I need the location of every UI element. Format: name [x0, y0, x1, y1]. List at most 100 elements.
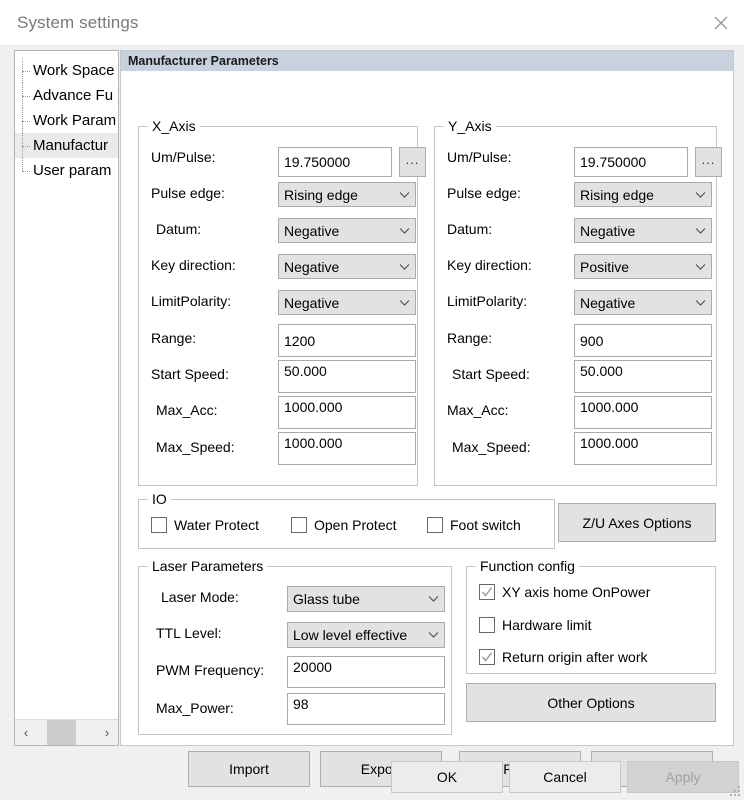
y-range-row: Range: [447, 330, 492, 346]
io-group-title: IO [148, 491, 171, 507]
chevron-down-icon [393, 227, 415, 235]
ttl-level-select[interactable]: Low level effective [287, 622, 445, 648]
y-pulse-edge-label: Pulse edge: [447, 185, 521, 201]
pwm-frequency-row: PWM Frequency: [156, 662, 264, 678]
hardware-limit-label: Hardware limit [502, 617, 591, 633]
y-um-pulse-input[interactable]: 19.750000 [574, 147, 688, 177]
return-origin-after-work-label: Return origin after work [502, 649, 648, 665]
y-datum-label: Datum: [447, 221, 492, 237]
title-bar: System settings [0, 0, 744, 46]
close-icon [711, 13, 731, 33]
return-origin-after-work-checkbox[interactable]: Return origin after work [479, 649, 648, 665]
x-datum-row: Datum: [156, 221, 201, 237]
check-icon [481, 651, 493, 663]
sidebar-item-work-parameters[interactable]: Work Param [15, 108, 118, 133]
y-start-speed-label: Start Speed: [452, 366, 530, 382]
y-limit-polarity-select[interactable]: Negative [574, 290, 712, 315]
water-protect-label: Water Protect [174, 517, 259, 533]
y-limit-polarity-row: LimitPolarity: [447, 293, 527, 309]
scroll-right-icon[interactable]: › [96, 720, 118, 745]
ok-button[interactable]: OK [391, 761, 503, 793]
y-datum-row: Datum: [447, 221, 492, 237]
chevron-down-icon [689, 227, 711, 235]
max-power-label: Max_Power: [156, 700, 234, 716]
x-datum-select[interactable]: Negative [278, 218, 416, 243]
other-options-button[interactable]: Other Options [466, 683, 716, 722]
x-um-pulse-row: Um/Pulse: [151, 149, 281, 165]
ttl-level-label: TTL Level: [156, 625, 222, 641]
chevron-down-icon [689, 263, 711, 271]
resize-grip-icon[interactable] [729, 785, 741, 797]
y-um-pulse-label: Um/Pulse: [447, 149, 512, 165]
scroll-left-icon[interactable]: ‹ [15, 720, 37, 745]
x-limit-polarity-value: Negative [284, 295, 339, 311]
io-group: IO Water Protect Open Protect Foot switc… [138, 499, 555, 549]
y-start-speed-input[interactable]: 50.000 [574, 360, 712, 393]
y-max-acc-input[interactable]: 1000.000 [574, 396, 712, 429]
sidebar-item-user-parameters[interactable]: User param [15, 158, 118, 183]
x-key-direction-row: Key direction: [151, 257, 236, 273]
tree-horizontal-scrollbar[interactable]: ‹ › [15, 719, 118, 745]
sidebar-item-label: User param [33, 162, 111, 179]
water-protect-checkbox[interactable]: Water Protect [151, 517, 259, 533]
y-um-pulse-browse-button[interactable]: ... [695, 147, 722, 177]
zu-axes-options-button[interactable]: Z/U Axes Options [558, 503, 716, 542]
x-um-pulse-label: Um/Pulse: [151, 149, 281, 165]
apply-button: Apply [627, 761, 739, 793]
x-limit-polarity-row: LimitPolarity: [151, 293, 231, 309]
scrollbar-thumb[interactable] [47, 720, 76, 745]
laser-mode-select[interactable]: Glass tube [287, 586, 445, 612]
x-max-acc-label: Max_Acc: [156, 402, 217, 418]
x-start-speed-input[interactable]: 50.000 [278, 360, 416, 393]
close-button[interactable] [698, 0, 744, 45]
x-pulse-edge-label: Pulse edge: [151, 185, 281, 201]
x-key-direction-value: Negative [284, 259, 339, 275]
y-range-input[interactable]: 900 [574, 324, 712, 357]
foot-switch-label: Foot switch [450, 517, 521, 533]
ttl-level-value: Low level effective [293, 627, 407, 643]
x-key-direction-select[interactable]: Negative [278, 254, 416, 279]
laser-mode-row: Laser Mode: [161, 589, 239, 605]
sidebar-item-work-space[interactable]: Work Space [15, 58, 118, 83]
y-start-speed-row: Start Speed: [452, 366, 530, 382]
max-power-input[interactable]: 98 [287, 693, 445, 725]
chevron-down-icon [393, 263, 415, 271]
cancel-button[interactable]: Cancel [509, 761, 621, 793]
x-max-speed-input[interactable]: 1000.000 [278, 432, 416, 465]
x-um-pulse-browse-button[interactable]: ... [399, 147, 426, 177]
checkbox-box [479, 649, 495, 665]
x-range-input[interactable]: 1200 [278, 324, 416, 357]
scrollbar-track[interactable] [37, 720, 96, 745]
x-max-acc-input[interactable]: 1000.000 [278, 396, 416, 429]
x-axis-group-title: X_Axis [148, 118, 200, 134]
x-pulse-edge-select[interactable]: Rising edge [278, 182, 416, 207]
x-start-speed-row: Start Speed: [151, 366, 229, 382]
xy-axis-home-onpower-label: XY axis home OnPower [502, 584, 650, 600]
y-datum-value: Negative [580, 223, 635, 239]
ttl-level-row: TTL Level: [156, 625, 222, 641]
chevron-down-icon [422, 631, 444, 639]
x-max-acc-row: Max_Acc: [156, 402, 217, 418]
laser-mode-label: Laser Mode: [161, 589, 239, 605]
open-protect-checkbox[interactable]: Open Protect [291, 517, 397, 533]
y-pulse-edge-select[interactable]: Rising edge [574, 182, 712, 207]
y-datum-select[interactable]: Negative [574, 218, 712, 243]
pwm-frequency-input[interactable]: 20000 [287, 656, 445, 688]
hardware-limit-checkbox[interactable]: Hardware limit [479, 617, 591, 633]
x-um-pulse-input[interactable]: 19.750000 [278, 147, 392, 177]
checkbox-box [479, 617, 495, 633]
checkbox-box [479, 584, 495, 600]
xy-axis-home-onpower-checkbox[interactable]: XY axis home OnPower [479, 584, 650, 600]
y-limit-polarity-label: LimitPolarity: [447, 293, 527, 309]
panel-header: Manufacturer Parameters [121, 51, 733, 71]
y-pulse-edge-row: Pulse edge: [447, 185, 521, 201]
sidebar-item-advance-function[interactable]: Advance Fu [15, 83, 118, 108]
foot-switch-checkbox[interactable]: Foot switch [427, 517, 521, 533]
y-max-acc-row: Max_Acc: [447, 402, 508, 418]
y-max-speed-input[interactable]: 1000.000 [574, 432, 712, 465]
sidebar-item-manufacturer[interactable]: Manufactur [15, 133, 118, 158]
y-key-direction-select[interactable]: Positive [574, 254, 712, 279]
x-pulse-edge-value: Rising edge [284, 187, 358, 203]
x-limit-polarity-select[interactable]: Negative [278, 290, 416, 315]
sidebar-item-label: Work Space [33, 62, 114, 79]
